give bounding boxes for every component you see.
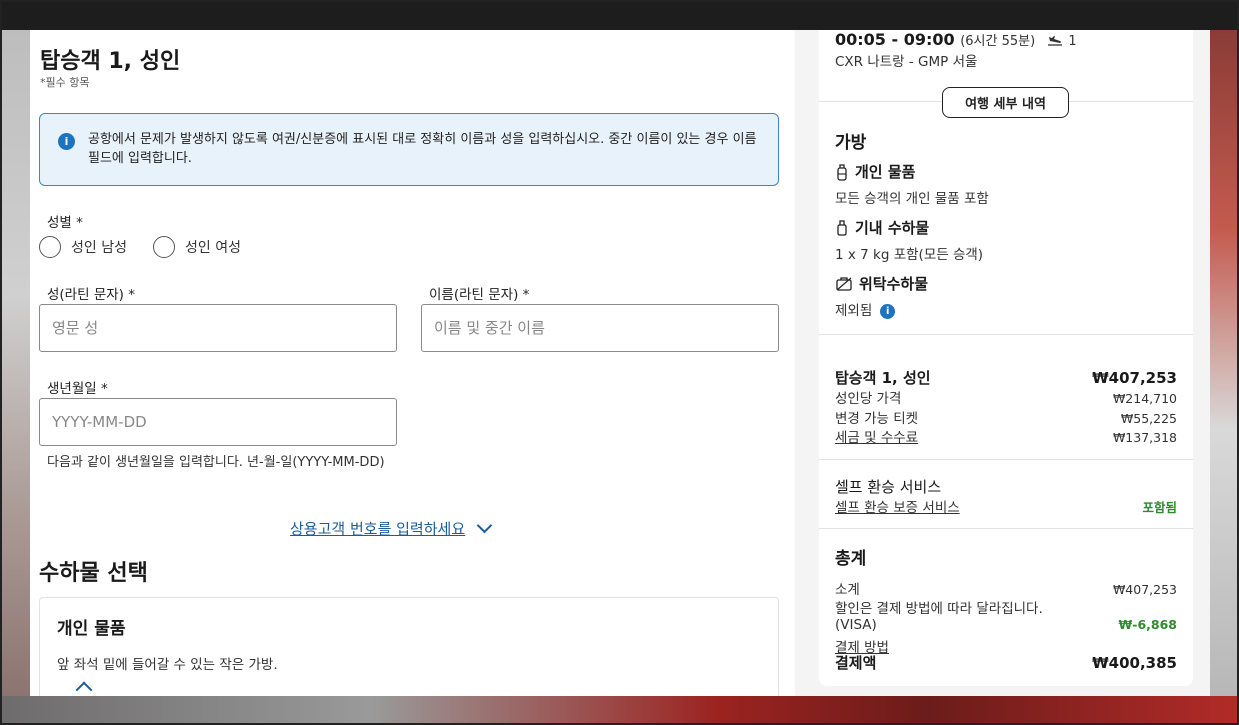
- required-note: *필수 항목: [40, 76, 90, 89]
- flex-ticket-value: ₩55,225: [1120, 411, 1177, 426]
- flight-stops: 1: [1068, 34, 1077, 49]
- discount-note-row: 할인은 결제 방법에 따라 달라집니다.: [835, 597, 1177, 617]
- dob-input[interactable]: [39, 398, 397, 446]
- carry-on-row: 기내 수하물: [835, 217, 929, 238]
- chevron-up-icon[interactable]: [75, 681, 93, 696]
- divider: [819, 459, 1193, 460]
- plane-landing-icon: [1047, 35, 1062, 46]
- checked-bag-desc-row: 제외됨 i: [835, 299, 896, 319]
- passenger-price-row: 탑승객 1, 성인 ₩407,253: [835, 367, 1177, 388]
- gender-female-label: 성인 여성: [185, 240, 241, 256]
- flight-route: CXR 나트랑 - GMP 서울: [835, 54, 978, 70]
- info-message: 공항에서 문제가 발생하지 않도록 여권/신분증에 표시된 대로 정확히 이름과…: [88, 132, 757, 166]
- gender-female-radio[interactable]: 성인 여성: [153, 236, 241, 258]
- background-top: [0, 0, 1239, 30]
- final-amount-label: 결제액: [835, 654, 877, 672]
- taxes-value: ₩137,318: [1112, 430, 1177, 445]
- final-amount-value: ₩400,385: [1092, 654, 1177, 672]
- radio-circle[interactable]: [39, 236, 61, 258]
- passenger-form-panel: 탑승객 1, 성인 *필수 항목 i 공항에서 문제가 발생하지 않도록 여권/…: [30, 30, 795, 696]
- background-right: [1210, 30, 1239, 696]
- taxes-row: 세금 및 수수료 ₩137,318: [835, 426, 1177, 446]
- first-name-label: 이름(라틴 문자) *: [429, 287, 530, 303]
- flight-time: 00:05 - 09:00 (6시간 55분) 1: [835, 30, 1077, 49]
- adult-price-row: 성인당 가격 ₩214,710: [835, 387, 1177, 407]
- passenger-price-label: 탑승객 1, 성인: [835, 369, 931, 387]
- backpack-icon: [837, 163, 847, 181]
- visa-discount-row: (VISA) ₩-6,868: [835, 617, 1177, 633]
- first-name-input[interactable]: [421, 304, 779, 352]
- passenger-title: 탑승객 1, 성인: [40, 49, 181, 74]
- trip-details-button[interactable]: 여행 세부 내역: [942, 87, 1069, 118]
- checked-bag-desc: 제외됨: [835, 303, 873, 319]
- visa-discount-value: ₩-6,868: [1118, 617, 1177, 632]
- gender-male-radio[interactable]: 성인 남성: [39, 236, 127, 258]
- info-banner: i 공항에서 문제가 발생하지 않도록 여권/신분증에 표시된 대로 정확히 이…: [39, 113, 779, 186]
- flex-ticket-row: 변경 가능 티켓 ₩55,225: [835, 407, 1177, 427]
- checked-bag-row: 위탁수하물: [835, 273, 928, 294]
- dob-hint: 다음과 같이 생년월일을 입력합니다. 년-월-일(YYYY-MM-DD): [47, 455, 385, 470]
- flex-ticket-label: 변경 가능 티켓: [835, 411, 919, 427]
- info-icon[interactable]: i: [880, 303, 896, 319]
- visa-label: (VISA): [835, 617, 877, 633]
- personal-item-title: 개인 물품: [855, 163, 916, 181]
- adult-price-label: 성인당 가격: [835, 391, 902, 407]
- frequent-flyer-link[interactable]: 상용고객 번호를 입력하세요: [290, 517, 493, 539]
- self-transfer-row: 셀프 환승 보증 서비스 포함됨: [835, 496, 1177, 516]
- carry-on-title: 기내 수하물: [855, 219, 930, 237]
- discount-note: 할인은 결제 방법에 따라 달라집니다.: [835, 601, 1043, 617]
- divider: [819, 528, 1193, 529]
- booking-summary: 00:05 - 09:00 (6시간 55분) 1 CXR 나트랑 - GMP …: [819, 30, 1193, 686]
- gender-label: 성별 *: [47, 215, 83, 231]
- self-transfer-title-row: 셀프 환승 서비스: [835, 476, 1177, 497]
- personal-item-card-desc: 앞 좌석 밑에 들어갈 수 있는 작은 가방.: [57, 657, 278, 673]
- baggage-section-title: 수하물 선택: [39, 561, 148, 586]
- background-left: [0, 30, 30, 696]
- background-bottom: [0, 696, 1239, 725]
- adult-price-value: ₩214,710: [1112, 391, 1177, 406]
- personal-item-card-title: 개인 물품: [57, 619, 126, 639]
- self-transfer-title: 셀프 환승 서비스: [835, 478, 942, 496]
- flight-duration: (6시간 55분): [960, 34, 1036, 49]
- personal-item-card: 개인 물품 앞 좌석 밑에 들어갈 수 있는 작은 가방.: [39, 597, 779, 696]
- checked-bag-title: 위탁수하물: [859, 275, 929, 293]
- carry-on-bag-icon: [837, 219, 847, 236]
- info-icon: i: [58, 133, 75, 150]
- last-name-label: 성(라틴 문자) *: [47, 287, 135, 303]
- subtotal-value: ₩407,253: [1112, 582, 1177, 597]
- self-transfer-status: 포함됨: [1142, 500, 1177, 515]
- chevron-down-icon[interactable]: [476, 517, 493, 534]
- personal-item-row: 개인 물품: [835, 161, 915, 182]
- dob-label: 생년월일 *: [47, 381, 108, 397]
- last-name-input[interactable]: [39, 304, 397, 352]
- checked-bag-icon: [836, 276, 852, 291]
- flight-time-value: 00:05 - 09:00: [835, 30, 955, 49]
- gender-male-label: 성인 남성: [71, 240, 127, 256]
- divider: [819, 334, 1193, 335]
- passenger-price-total: ₩407,253: [1092, 369, 1177, 387]
- subtotal-row: 소계 ₩407,253: [835, 578, 1177, 598]
- radio-circle[interactable]: [153, 236, 175, 258]
- frequent-flyer-link-label[interactable]: 상용고객 번호를 입력하세요: [290, 518, 465, 539]
- subtotal-label: 소계: [835, 582, 860, 598]
- carry-on-desc: 1 x 7 kg 포함(모든 승객): [835, 247, 984, 263]
- bags-title: 가방: [835, 133, 867, 153]
- final-amount-row: 결제액 ₩400,385: [835, 652, 1177, 673]
- taxes-link[interactable]: 세금 및 수수료: [835, 426, 918, 446]
- self-transfer-link[interactable]: 셀프 환승 보증 서비스: [835, 496, 960, 516]
- total-title: 총계: [835, 549, 867, 569]
- personal-item-desc: 모든 승객의 개인 물품 포함: [835, 191, 989, 207]
